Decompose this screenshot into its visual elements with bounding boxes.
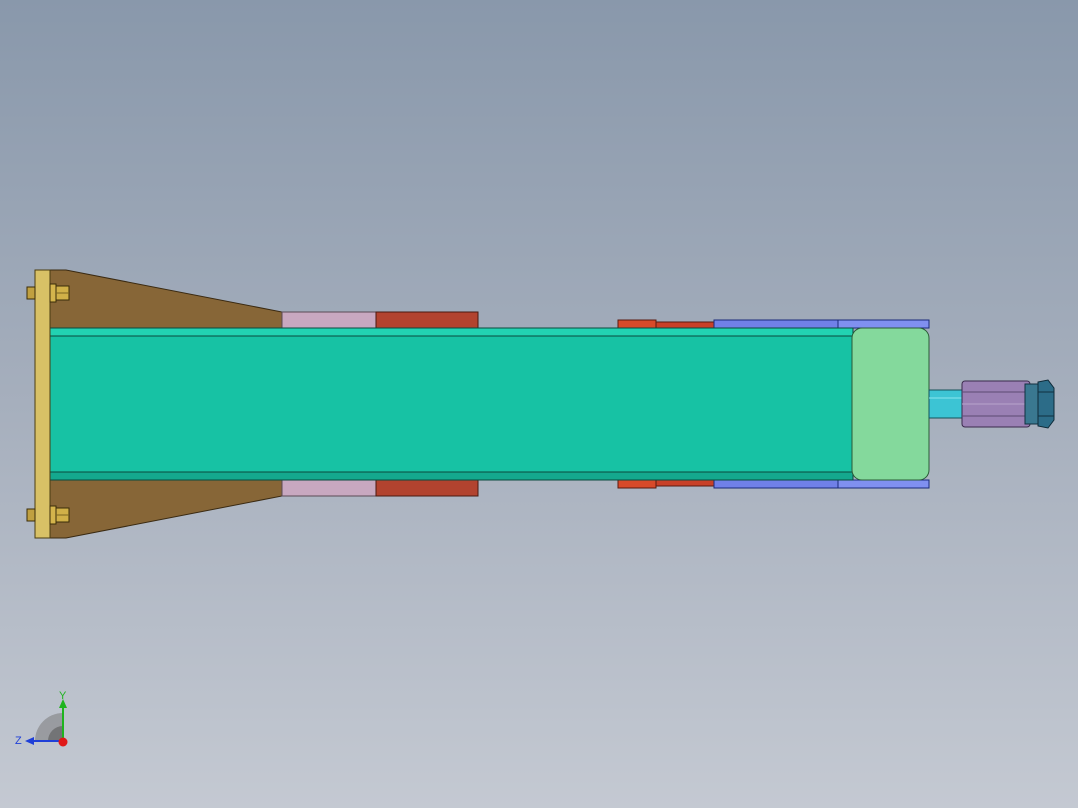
top-red-tab[interactable] [617, 319, 657, 329]
bottom-gusset[interactable] [49, 479, 283, 539]
bottom-red-tab[interactable] [617, 479, 657, 489]
piston-rod[interactable] [928, 389, 964, 419]
top-clamp-pink[interactable] [281, 311, 377, 329]
z-axis-arrow [25, 737, 34, 745]
bottom-clamp-red[interactable] [375, 479, 479, 497]
bottom-clamp-pink[interactable] [281, 479, 377, 497]
y-axis-label: Y [59, 690, 67, 702]
end-nut[interactable] [1037, 379, 1055, 429]
end-cap[interactable] [851, 327, 930, 481]
bottom-red-tab-2[interactable] [655, 479, 715, 487]
bottom-blue-plate-left[interactable] [713, 479, 839, 489]
main-tube[interactable] [49, 327, 854, 481]
top-blue-plate-right[interactable] [837, 319, 930, 329]
tube-bottom-edge [49, 471, 854, 481]
cad-model-view[interactable] [0, 0, 1078, 808]
view-orientation-triad[interactable]: Y Z [10, 684, 80, 754]
base-plate[interactable] [34, 269, 51, 539]
graphics-viewport[interactable]: Y Z [0, 0, 1078, 808]
bottom-blue-plate-right[interactable] [837, 479, 930, 489]
tube-top-edge [49, 327, 854, 337]
top-red-tab-2[interactable] [655, 321, 715, 329]
x-axis-dot [58, 737, 68, 747]
top-gusset[interactable] [49, 269, 283, 329]
top-blue-plate-left[interactable] [713, 319, 839, 329]
end-nut-washer[interactable] [1024, 383, 1040, 425]
top-clamp-red[interactable] [375, 311, 479, 329]
z-axis-label: Z [15, 735, 22, 747]
